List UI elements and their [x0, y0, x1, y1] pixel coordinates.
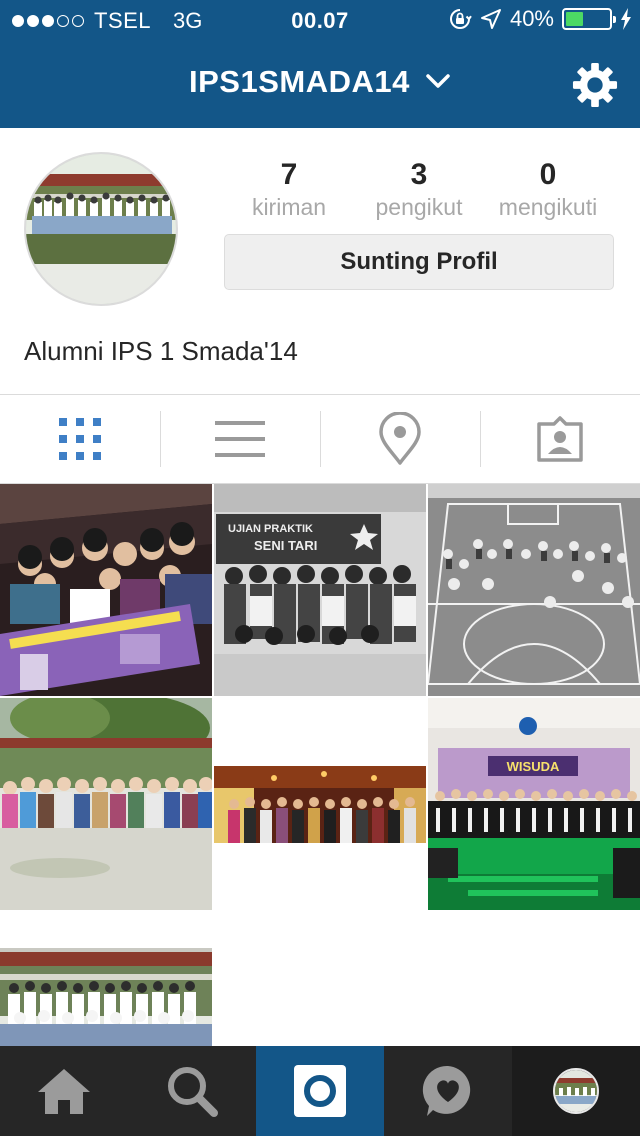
followers-count: 3: [410, 158, 428, 191]
tab-tagged[interactable]: [480, 395, 640, 483]
camera-icon: [294, 1065, 346, 1117]
battery-icon: [562, 8, 616, 30]
tab-camera[interactable]: [256, 1046, 384, 1136]
posts-label: kiriman: [251, 194, 327, 220]
profile-avatar[interactable]: [24, 152, 178, 306]
charging-bolt-icon: [621, 8, 631, 30]
wisuda-banner-text: WISUDA: [507, 759, 560, 774]
posts-count: 7: [280, 158, 298, 191]
grid-photo[interactable]: WISUDA: [428, 698, 640, 910]
tab-home[interactable]: [0, 1046, 128, 1136]
account-switcher[interactable]: IPS1SMADA14: [0, 64, 640, 100]
following-count: 0: [539, 158, 557, 191]
tab-map[interactable]: [320, 395, 480, 483]
tab-activity[interactable]: [384, 1046, 512, 1136]
profile-full-name: Alumni IPS 1 Smada'14: [24, 336, 298, 366]
grid-photo[interactable]: [214, 698, 426, 910]
grid-photo[interactable]: [0, 484, 212, 696]
list-icon: [215, 421, 265, 457]
battery-percent: 40%: [509, 6, 554, 31]
orientation-lock-icon: [449, 9, 472, 29]
settings-gear-icon[interactable]: [572, 62, 618, 108]
home-icon: [38, 1069, 90, 1114]
profile-avatar-small: [553, 1068, 599, 1114]
search-icon: [168, 1067, 218, 1117]
chevron-down-icon: [426, 74, 450, 88]
location-pin-icon: [379, 412, 421, 465]
header-bar: TSEL 3G 00.07 40% IPS1SMADA14: [0, 0, 640, 128]
activity-heart-icon: [422, 1065, 471, 1116]
username-title: IPS1SMADA14: [189, 64, 410, 99]
following-stat[interactable]: 0 mengikuti: [478, 158, 618, 222]
grid-photo[interactable]: [428, 484, 640, 696]
posts-stat: 7 kiriman: [219, 158, 359, 222]
tab-list[interactable]: [160, 395, 320, 483]
tab-profile[interactable]: [512, 1046, 640, 1136]
grid-icon: [59, 418, 101, 460]
followers-stat[interactable]: 3 pengikut: [349, 158, 489, 222]
followers-label: pengikut: [375, 194, 463, 220]
ujian-banner-line2: SENI TARI: [254, 538, 317, 553]
edit-profile-button[interactable]: Sunting Profil: [224, 234, 614, 290]
following-label: mengikuti: [498, 194, 598, 220]
status-bar: TSEL 3G 00.07 40%: [0, 0, 640, 40]
grid-photo[interactable]: [0, 698, 212, 910]
location-arrow-icon: [480, 9, 501, 29]
ujian-banner-line1: UJIAN PRAKTIK: [228, 523, 313, 535]
tab-grid[interactable]: [0, 395, 160, 483]
grid-photo[interactable]: UJIAN PRAKTIK SENI TARI: [214, 484, 426, 696]
tagged-photos-icon: [537, 416, 583, 462]
tab-search[interactable]: [128, 1046, 256, 1136]
profile-view-tabs: [0, 394, 640, 484]
bottom-tab-bar: [0, 1046, 640, 1136]
